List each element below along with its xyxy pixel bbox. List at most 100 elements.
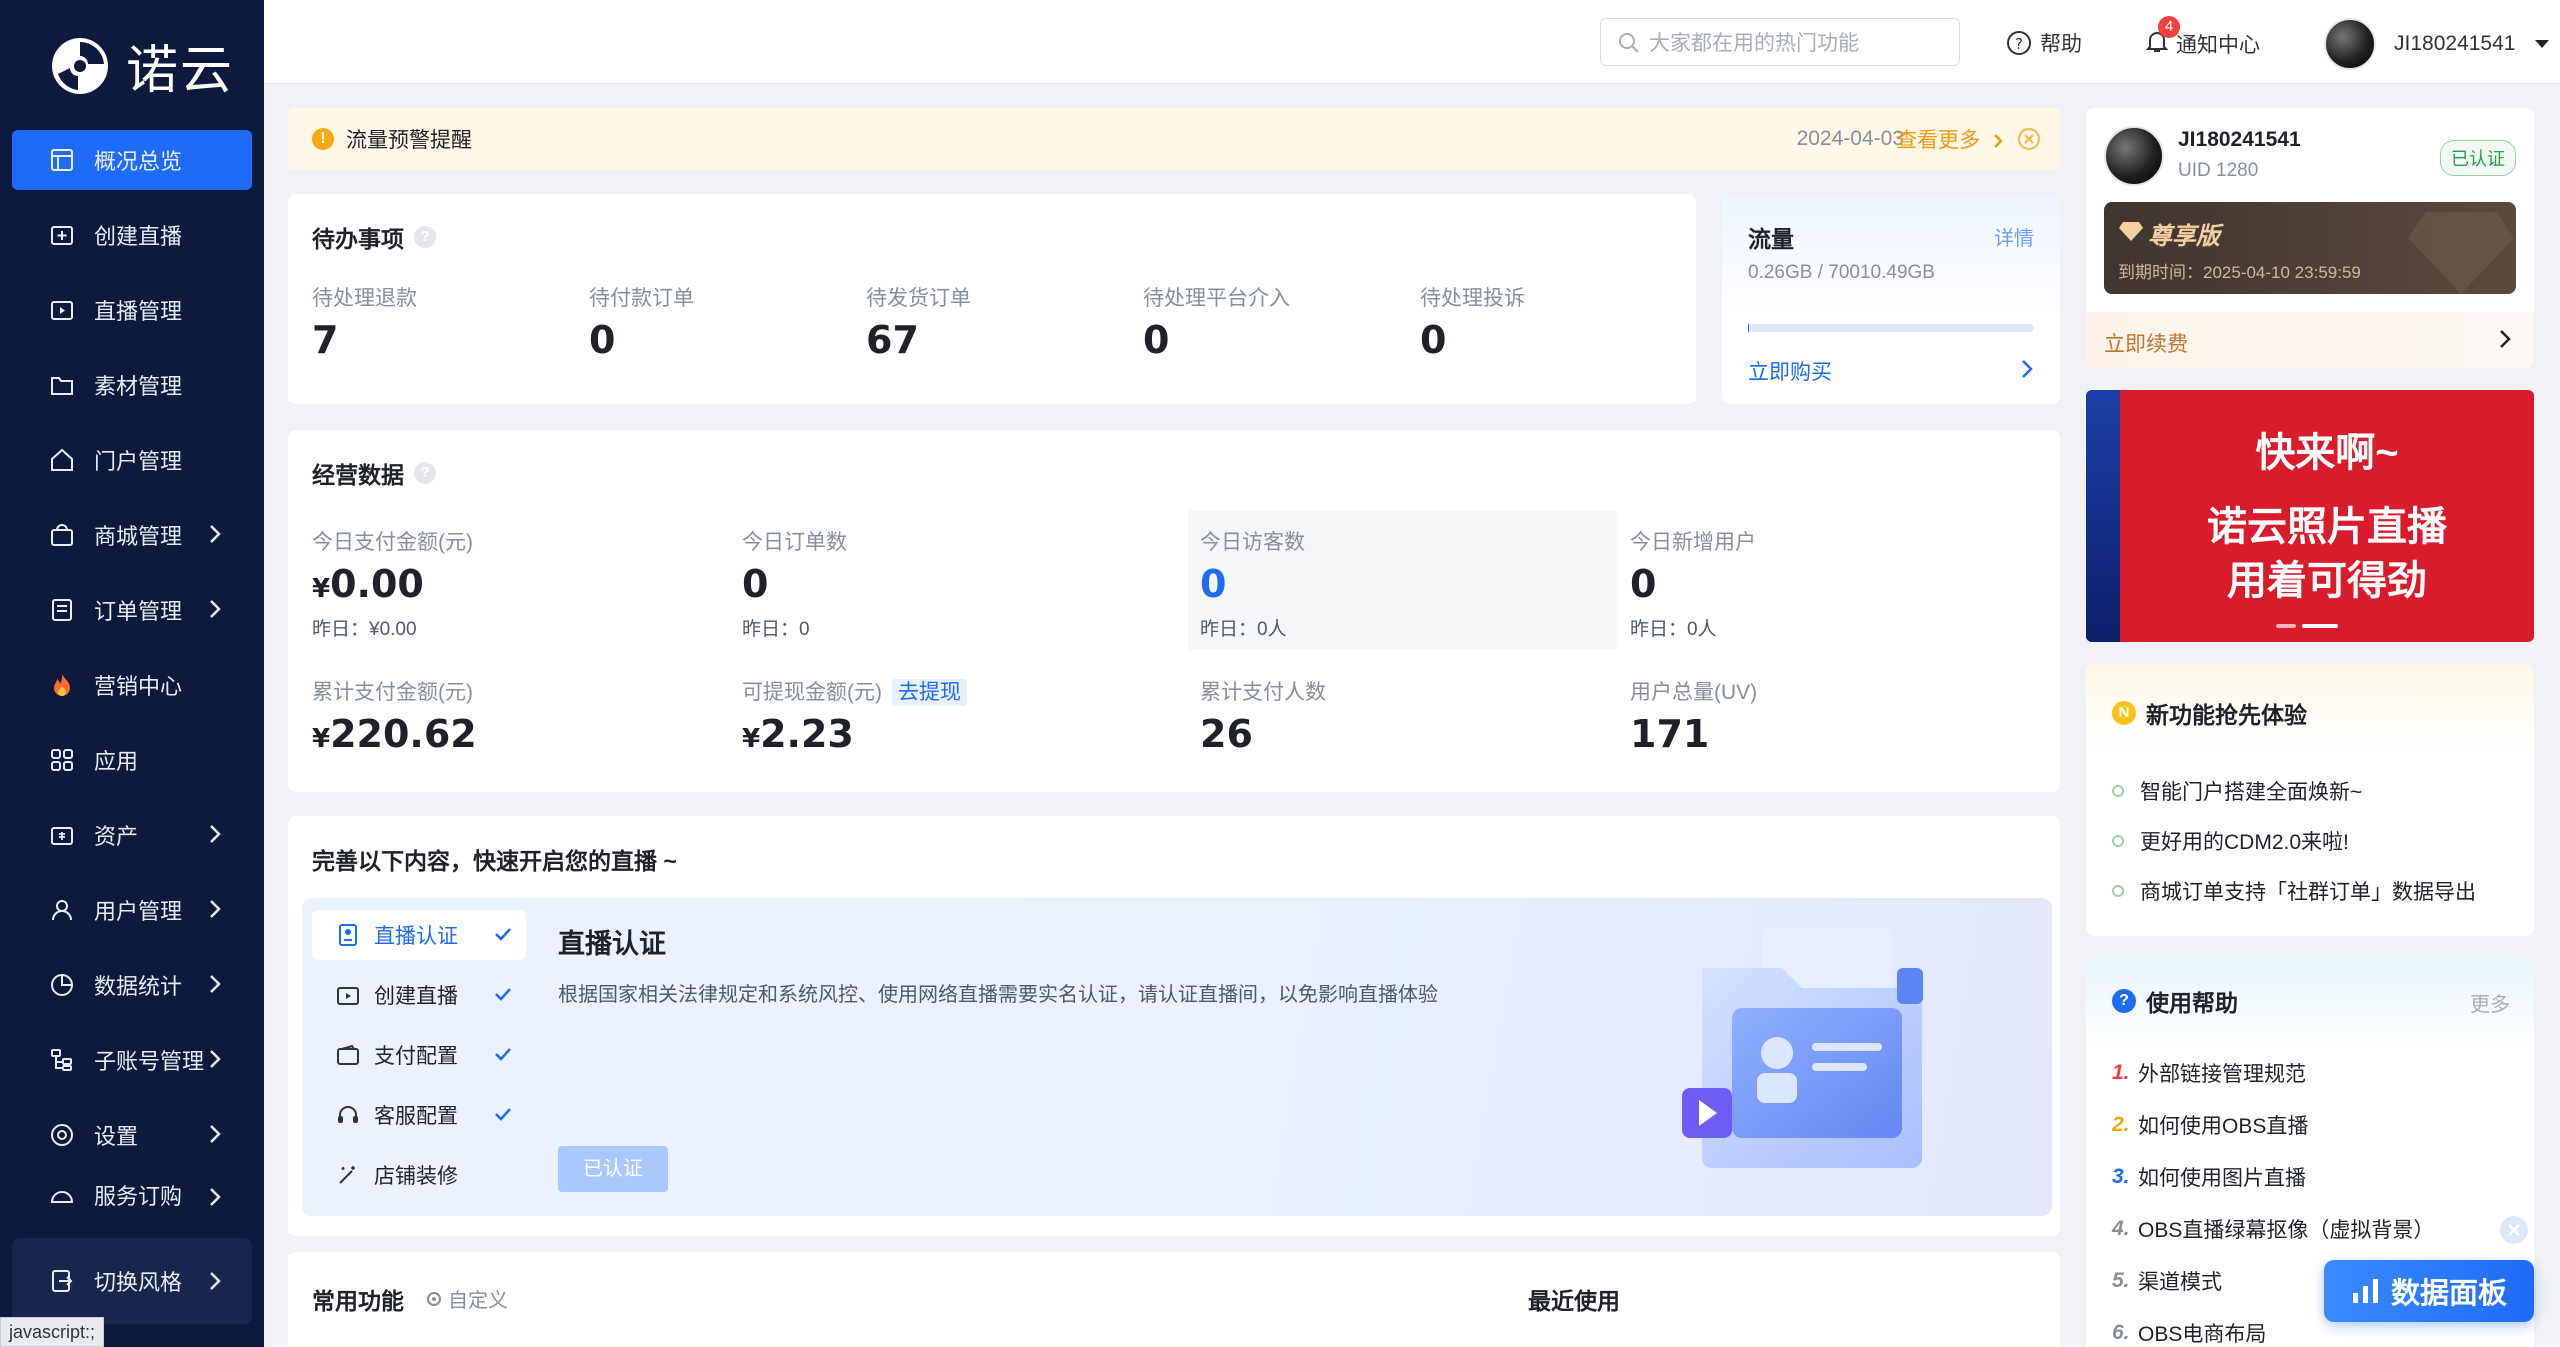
info-icon[interactable]: ? <box>414 462 436 484</box>
pie-chart-icon <box>48 971 76 999</box>
banner-line1: 快来啊~ <box>2255 431 2399 475</box>
sidebar-item-13[interactable]: 子账号管理 <box>12 1030 252 1090</box>
traffic-warning-alert: ! 流量预警提醒 2024-04-03 查看更多 <box>288 108 2060 170</box>
sidebar-item-4[interactable]: 素材管理 <box>12 355 252 415</box>
sidebar-item-3[interactable]: 直播管理 <box>12 280 252 340</box>
setup-step[interactable]: 店铺装修 <box>312 1150 526 1200</box>
currency-symbol: ¥ <box>312 724 331 754</box>
customize-link[interactable]: 自定义 <box>424 1284 508 1313</box>
help-item[interactable]: 6. OBS电商布局 <box>2112 1318 2266 1347</box>
todo-label: 待处理平台介入 <box>1143 287 1290 310</box>
stat-label: 今日支付金额(元) <box>312 526 473 556</box>
sidebar-item-12[interactable]: 数据统计 <box>12 955 252 1015</box>
switch-style-button[interactable]: 切换风格 <box>12 1238 252 1324</box>
bar-chart-icon <box>2352 1279 2378 1303</box>
sidebar-item-10[interactable]: 资产 <box>12 805 252 865</box>
todo-item[interactable]: 待处理退款 7 <box>312 282 417 362</box>
help-link[interactable]: ? 帮助 <box>2006 28 2082 58</box>
info-icon[interactable]: ? <box>414 226 436 248</box>
setup-step[interactable]: 创建直播 <box>312 970 526 1020</box>
help-more-link[interactable]: 更多 <box>2470 988 2510 1017</box>
live-manage-icon <box>48 296 76 324</box>
todo-value: 67 <box>866 318 919 362</box>
help-item[interactable]: 2. 如何使用OBS直播 <box>2112 1110 2308 1140</box>
help-item-label: OBS直播绿幕抠像（虚拟背景） <box>2138 1219 2435 1242</box>
renew-label: 立即续费 <box>2104 333 2188 356</box>
sidebar-item-14[interactable]: 设置 <box>12 1105 252 1165</box>
todo-label: 待发货订单 <box>866 287 971 310</box>
sidebar-item-label: 应用 <box>94 749 139 774</box>
sidebar-item-11[interactable]: 用户管理 <box>12 880 252 940</box>
notification-center-link[interactable]: 4 通知中心 <box>2144 16 2260 60</box>
help-title-text: 使用帮助 <box>2146 990 2238 1016</box>
chevron-right-icon <box>208 1270 222 1298</box>
news-item[interactable]: 更好用的CDM2.0来啦! <box>2112 826 2349 856</box>
carousel-dot[interactable] <box>2276 624 2296 628</box>
traffic-progress-fill <box>1748 324 1749 332</box>
stat-yesterday: 昨日：0人 <box>1630 619 1717 640</box>
search-input[interactable]: 大家都在用的热门功能 <box>1600 18 1960 66</box>
sidebar-item-9[interactable]: 应用 <box>12 730 252 790</box>
todo-value: 0 <box>589 318 616 362</box>
help-question-icon: ? <box>2112 989 2136 1013</box>
customize-label: 自定义 <box>448 1290 508 1312</box>
stat-label: 累计支付金额(元) <box>312 676 477 706</box>
sidebar-item-2[interactable]: 创建直播 <box>12 205 252 265</box>
new-features-card: N 新功能抢先体验 智能门户搭建全面焕新~ 更好用的CDM2.0来啦! 商城订单支持… <box>2086 664 2534 936</box>
currency-symbol: ¥ <box>742 724 761 754</box>
profile-avatar <box>2104 126 2164 186</box>
renew-bar[interactable]: 立即续费 <box>2086 312 2534 368</box>
bullet-icon <box>2112 835 2124 847</box>
sidebar-item-1[interactable]: 概况总览 <box>12 130 252 190</box>
stat-label-text: 今日订单数 <box>742 531 847 554</box>
bullet-icon <box>2112 885 2124 897</box>
sidebar-item-15[interactable]: 服务订购 <box>12 1180 252 1210</box>
todo-item[interactable]: 待付款订单 0 <box>589 282 694 362</box>
vip-card: 尊享版 到期时间：2025-04-10 23:59:59 <box>2104 202 2516 294</box>
chevron-right-icon <box>208 1048 222 1076</box>
wallet-icon <box>48 821 76 849</box>
alert-date: 2024-04-03 <box>1796 127 1904 150</box>
setup-step[interactable]: 支付配置 <box>312 1030 526 1080</box>
stat-number: 171 <box>1630 712 1710 756</box>
help-item[interactable]: 4. OBS直播绿幕抠像（虚拟背景） <box>2112 1214 2434 1244</box>
setup-step[interactable]: 客服配置 <box>312 1090 526 1140</box>
promo-banner[interactable]: 快来啊~ 诺云照片直播 用着可得劲 <box>2086 390 2534 642</box>
new-badge-icon: N <box>2112 701 2136 725</box>
news-item[interactable]: 智能门户搭建全面焕新~ <box>2112 776 2362 806</box>
todo-item[interactable]: 待处理平台介入 0 <box>1143 282 1290 362</box>
help-item[interactable]: 3. 如何使用图片直播 <box>2112 1162 2306 1192</box>
user-menu[interactable]: JI180241541 <box>2324 18 2551 70</box>
data-panel-button[interactable]: 数据面板 <box>2324 1260 2534 1322</box>
setup-step-label: 客服配置 <box>374 1105 458 1128</box>
news-item[interactable]: 商城订单支持「社群订单」数据导出 <box>2112 876 2476 906</box>
stat-label: 累计支付人数 <box>1200 676 1326 706</box>
alert-close-icon[interactable] <box>2018 128 2040 156</box>
todo-item[interactable]: 待处理投诉 0 <box>1420 282 1525 362</box>
help-item[interactable]: 1. 外部链接管理规范 <box>2112 1058 2306 1088</box>
setup-step[interactable]: 直播认证 <box>312 910 526 960</box>
chevron-right-icon <box>208 898 222 926</box>
help-item-label: 渠道模式 <box>2138 1271 2222 1294</box>
setup-step-label: 支付配置 <box>374 1045 458 1068</box>
sidebar-item-6[interactable]: 商城管理 <box>12 505 252 565</box>
carousel-dot-active[interactable] <box>2302 624 2338 628</box>
help-item[interactable]: 5. 渠道模式 <box>2112 1266 2222 1296</box>
setup-step-label: 店铺装修 <box>374 1165 458 1188</box>
checkmark-icon <box>494 1043 512 1067</box>
setup-step-label: 直播认证 <box>374 925 458 948</box>
close-float-icon[interactable] <box>2500 1216 2528 1244</box>
logo[interactable]: 诺云 <box>48 28 234 103</box>
buy-now-link[interactable]: 立即购买 <box>1748 356 1832 386</box>
sidebar-item-5[interactable]: 门户管理 <box>12 430 252 490</box>
alert-more-link[interactable]: 查看更多 <box>1896 124 2004 154</box>
sidebar-item-8[interactable]: 营销中心 <box>12 655 252 715</box>
sidebar-item-7[interactable]: 订单管理 <box>12 580 252 640</box>
verified-button[interactable]: 已认证 <box>558 1146 668 1192</box>
traffic-detail-link[interactable]: 详情 <box>1994 222 2034 251</box>
folder-illustration <box>1682 928 1923 1168</box>
stat-value: 26 <box>1200 712 1326 756</box>
withdraw-link[interactable]: 去提现 <box>892 679 967 706</box>
todo-item[interactable]: 待发货订单 67 <box>866 282 971 362</box>
chevron-right-icon <box>2500 330 2511 348</box>
